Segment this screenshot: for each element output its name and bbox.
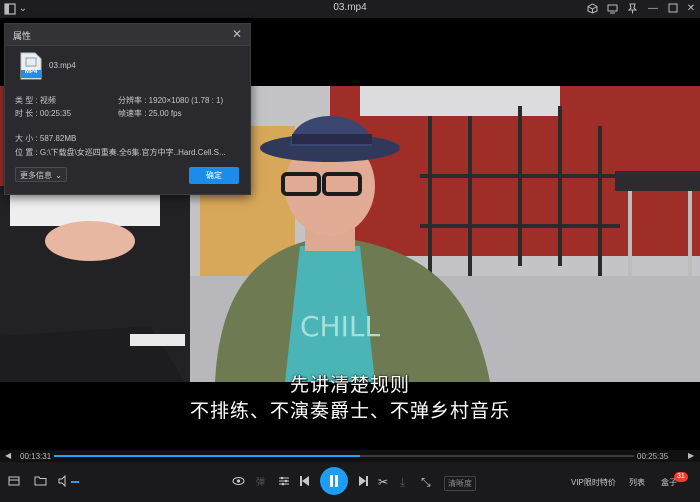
location-label: 位 置 : G:\下载盘\女巡四重奏.全6集.官方中字..Hard.Cell.S… <box>15 148 226 157</box>
seek-bar-fill <box>54 455 361 457</box>
type-label: 类 型 : 视频 <box>15 96 56 105</box>
expand-icon[interactable]: ⤡ <box>421 475 431 489</box>
pause-button[interactable] <box>320 467 348 495</box>
more-info-button[interactable]: 更多信息 ⌄ <box>15 167 67 182</box>
file-name: 03.mp4 <box>49 61 76 70</box>
dialog-title: 属性 <box>13 31 32 41</box>
download-icon[interactable]: ⤓ <box>400 475 405 489</box>
close-icon[interactable]: ✕ <box>232 27 242 41</box>
total-time: 00:25:35 <box>637 452 669 461</box>
box-badge: 31 <box>674 472 688 482</box>
more-info-label: 更多信息 <box>20 171 52 180</box>
playlist-mode-icon[interactable] <box>8 475 20 490</box>
equalizer-icon[interactable] <box>278 475 290 490</box>
file-icon <box>19 52 43 80</box>
prev-chapter-icon[interactable]: ◀ <box>5 451 11 460</box>
ok-button[interactable]: 确定 <box>189 167 239 184</box>
minimize-icon[interactable]: — <box>647 3 659 15</box>
volume-icon[interactable] <box>58 474 70 490</box>
seek-bar[interactable] <box>54 455 634 457</box>
clarity-button[interactable]: 清晰度 <box>444 476 476 491</box>
pin-icon[interactable] <box>626 3 638 15</box>
volume-slider[interactable] <box>71 481 79 483</box>
subtitle-line-1: 先讲清楚规则 <box>289 374 410 396</box>
subtitle-line-2: 不排练、不演奏爵士、不弹乡村音乐 <box>189 400 510 422</box>
next-icon[interactable] <box>358 475 369 490</box>
size-label: 大 小 : 587.82MB <box>15 134 77 143</box>
danmaku-icon[interactable]: 弹 <box>256 475 265 489</box>
pause-icon-bar <box>335 475 338 487</box>
file-badge: MP4 <box>24 69 38 75</box>
chevron-down-icon: ⌄ <box>55 171 62 180</box>
resolution-label: 分辨率 : 1920×1080 (1.78 : 1) <box>118 96 224 105</box>
duration-label: 时 长 : 00:25:35 <box>15 109 72 118</box>
folder-icon[interactable] <box>34 475 47 490</box>
current-time: 00:13:31 <box>20 452 52 461</box>
title-bar: ⌄ 03.mp4 — ✕ <box>0 0 700 18</box>
framerate-label: 帧速率 : 25.00 fps <box>118 109 182 118</box>
maximize-icon[interactable] <box>667 3 679 15</box>
scissors-icon[interactable]: ✂ <box>378 475 388 489</box>
pause-icon <box>330 475 333 487</box>
properties-dialog: 属性 ✕ MP4 03.mp4 类 型 : 视频 分辨率 : 1920×1080… <box>4 23 251 195</box>
eye-icon[interactable] <box>232 475 245 490</box>
playlist-button[interactable]: 列表 <box>629 477 645 488</box>
close-window-icon[interactable]: ✕ <box>685 3 697 15</box>
vip-promo-button[interactable]: VIP限时特价 <box>571 477 616 488</box>
next-chapter-icon[interactable]: ▶ <box>688 451 694 460</box>
cube-icon[interactable] <box>586 3 598 15</box>
previous-icon[interactable] <box>299 475 310 490</box>
screen-icon[interactable] <box>606 3 618 15</box>
dialog-header <box>5 24 250 46</box>
svg-text:CHILL: CHILL <box>300 310 380 343</box>
